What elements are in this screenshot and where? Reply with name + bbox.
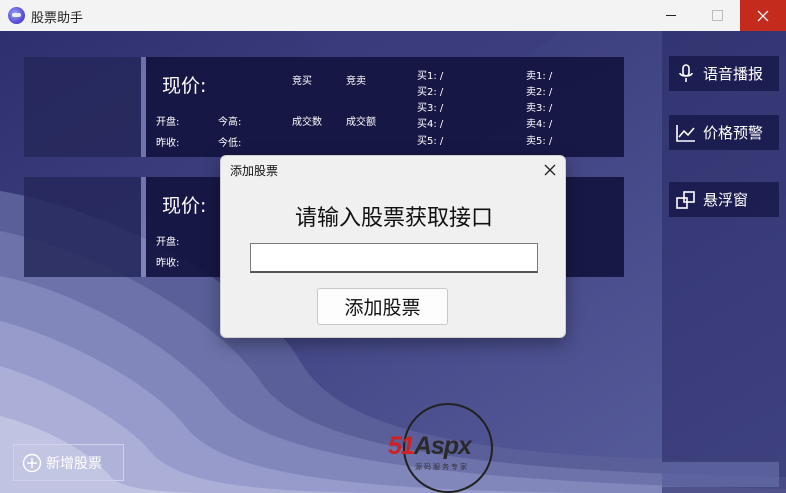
price-label: 现价: [162, 195, 207, 217]
buy-level: 买1: / [417, 71, 444, 82]
line-chart-icon [676, 124, 695, 142]
watermark-logo: 51Aspx 源码服务专家 [385, 402, 515, 493]
open-label: 开盘: [156, 117, 180, 128]
add-stock-button[interactable]: 新增股票 [13, 444, 124, 481]
stock-card-body: 现价: 开盘: 昨收: 今高: 今低: 竞买 竞卖 成交数 成交额 买1: / … [146, 57, 624, 157]
sell-level: 卖5: / [526, 136, 553, 147]
price-alert-label: 价格预警 [703, 124, 764, 142]
price-label: 现价: [162, 75, 207, 97]
stock-card-side [24, 177, 141, 277]
close-icon [757, 10, 769, 21]
sell-level: 卖2: / [526, 87, 553, 98]
voice-broadcast-label: 语音播报 [703, 65, 764, 83]
stock-card-side [24, 57, 141, 157]
prev-close-label: 昨收: [156, 138, 180, 149]
dialog-prompt: 请输入股票获取接口 [294, 206, 493, 231]
close-button[interactable] [740, 0, 786, 31]
maximize-button [694, 0, 740, 31]
watermark-tagline: 源码服务专家 [415, 463, 469, 471]
dialog-title: 添加股票 [230, 164, 279, 178]
minimize-button[interactable] [648, 0, 694, 31]
bid-label: 竞买 [292, 76, 312, 87]
volume-label: 成交数 [292, 117, 322, 128]
buy-level: 买3: / [417, 103, 444, 114]
today-low-label: 今低: [218, 138, 242, 149]
ask-label: 竞卖 [346, 76, 366, 87]
open-label: 开盘: [156, 237, 180, 248]
api-url-input[interactable] [250, 243, 538, 273]
buy-level: 买2: / [417, 87, 444, 98]
floating-window-label: 悬浮窗 [703, 191, 749, 209]
add-stock-label: 新增股票 [46, 455, 102, 472]
status-strip [662, 462, 779, 487]
price-alert-button[interactable]: 价格预警 [669, 115, 779, 150]
microphone-icon [679, 63, 693, 82]
add-stock-dialog: 添加股票 请输入股票获取接口 添加股票 [220, 155, 566, 338]
stock-card: 现价: 开盘: 昨收: 今高: 今低: 竞买 竞卖 成交数 成交额 买1: / … [24, 57, 624, 157]
prev-close-label: 昨收: [156, 258, 180, 269]
buy-level: 买4: / [417, 119, 444, 130]
plus-circle-icon [22, 453, 42, 472]
buy-level: 买5: / [417, 136, 444, 147]
amount-label: 成交额 [346, 117, 376, 128]
voice-broadcast-button[interactable]: 语音播报 [669, 56, 779, 91]
today-high-label: 今高: [218, 117, 242, 128]
watermark-brand-a: 51 [388, 432, 415, 460]
app-icon [8, 7, 25, 24]
window-title: 股票助手 [31, 11, 84, 26]
sell-level: 卖1: / [526, 71, 553, 82]
floating-window-icon [676, 190, 695, 209]
watermark-brand-b: Aspx [413, 432, 472, 460]
dialog-add-button[interactable]: 添加股票 [317, 288, 448, 325]
right-panel [662, 31, 786, 493]
sell-level: 卖3: / [526, 103, 553, 114]
title-bar: 股票助手 [0, 0, 786, 31]
dialog-close-icon[interactable] [543, 163, 557, 177]
sell-level: 卖4: / [526, 119, 553, 130]
floating-window-button[interactable]: 悬浮窗 [669, 182, 779, 217]
